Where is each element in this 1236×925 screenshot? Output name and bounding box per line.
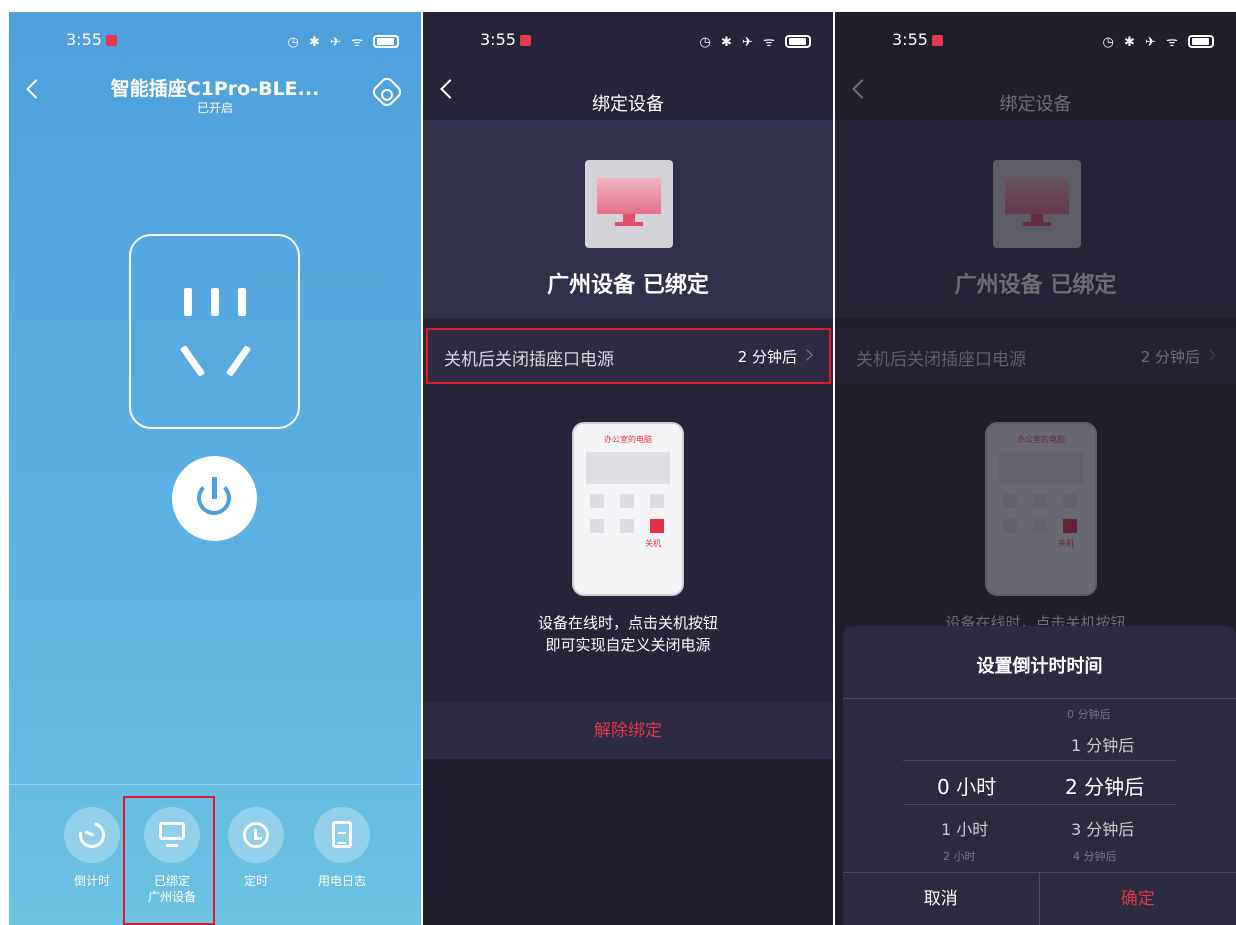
tab-schedule-label: 定时 (243, 874, 268, 888)
cancel-button[interactable]: 取消 (843, 873, 1040, 925)
device-status: 已开启 (196, 101, 233, 115)
bound-device-card: 广州设备 已绑定 (835, 120, 1236, 318)
highlight-box (123, 796, 215, 925)
tab-countdown-label: 倒计时 (73, 874, 110, 888)
countdown-picker-screen: 3:55 ◷ ✱ ✈ ᯤ 绑定设备 广州设备 已绑定 关机后关闭插座口电源 2 … (835, 12, 1236, 925)
minute-option[interactable]: 3 分钟后 (1071, 816, 1134, 840)
status-icons: ◷ ✱ ✈ ᯤ (1102, 32, 1214, 50)
computer-icon (585, 160, 673, 248)
bound-status: 广州设备 已绑定 (954, 273, 1117, 298)
phone-illustration: 办公室的电脑 关机 (572, 422, 684, 596)
minute-option[interactable]: 4 分钟后 (1073, 848, 1117, 864)
chevron-right-icon (1204, 349, 1216, 361)
sheet-title: 设置倒计时时间 (976, 656, 1103, 677)
page-title: 绑定设备 (999, 94, 1072, 115)
highlight-box (426, 328, 831, 384)
hour-option[interactable]: 2 小时 (943, 848, 976, 864)
phone-power-label: 关机 (1058, 539, 1074, 548)
status-bar: 3:55 ◷ ✱ ✈ ᯤ (423, 30, 833, 54)
minute-option[interactable]: 1 分钟后 (1071, 732, 1134, 756)
power-icon (650, 519, 664, 533)
phone-illustration-title: 办公室的电脑 (604, 435, 652, 444)
hour-option[interactable]: 1 小时 (941, 816, 988, 840)
tab-power-log[interactable]: 用电日志 (307, 807, 377, 889)
setting-value: 2 分钟后 (1140, 348, 1200, 366)
battery-icon (785, 35, 811, 48)
device-title: 智能插座C1Pro-BLE... (110, 78, 320, 100)
bind-device-screen: 3:55 ◷ ✱ ✈ ᯤ 绑定设备 广州设备 已绑定 关机后关闭插座口电源 2 … (423, 12, 833, 925)
alarm-clock-icon (243, 822, 269, 848)
status-icons: ◷ ✱ ✈ ᯤ (699, 32, 811, 50)
tab-power-log-label: 用电日志 (317, 874, 366, 888)
instruction-text: 设备在线时，点击关机按钮 即可实现自定义关闭电源 (537, 614, 718, 654)
tab-schedule[interactable]: 定时 (221, 807, 291, 889)
phone-power-label: 关机 (645, 539, 661, 548)
log-icon (332, 821, 352, 848)
status-icons: ◷ ✱ ✈ ᯤ (287, 32, 399, 50)
minute-selected[interactable]: 2 分钟后 (1065, 771, 1144, 800)
status-bar: 3:55 ◷ ✱ ✈ ᯤ (9, 30, 421, 54)
shutdown-power-off-setting: 关机后关闭插座口电源 2 分钟后 (835, 328, 1236, 384)
battery-icon (1188, 35, 1214, 48)
status-bar: 3:55 ◷ ✱ ✈ ᯤ (835, 30, 1236, 54)
minute-option[interactable]: 0 分钟后 (1067, 706, 1111, 722)
status-time: 3:55 (892, 30, 943, 49)
status-time: 3:55 (480, 30, 531, 49)
setting-label: 关机后关闭插座口电源 (856, 350, 1026, 370)
bound-device-card: 广州设备 已绑定 (423, 120, 833, 318)
countdown-icon (74, 817, 110, 853)
hour-selected[interactable]: 0 小时 (937, 771, 996, 800)
status-time: 3:55 (66, 30, 117, 49)
battery-icon (373, 35, 399, 48)
socket-illustration-icon (129, 234, 300, 429)
power-icon (1063, 519, 1077, 533)
bound-status: 广州设备 已绑定 (547, 273, 709, 298)
page-title: 绑定设备 (592, 94, 664, 115)
socket-control-screen: 3:55 ◷ ✱ ✈ ᯤ 智能插座C1Pro-BLE... 已开启 倒计时 已绑… (9, 12, 421, 925)
tab-countdown[interactable]: 倒计时 (57, 807, 127, 889)
confirm-button[interactable]: 确定 (1040, 873, 1236, 925)
power-button[interactable] (172, 456, 257, 541)
countdown-picker-sheet: 设置倒计时时间 0 分钟后 1 分钟后 0 小时 2 分钟后 1 小时 3 分钟… (843, 626, 1236, 925)
unbind-button[interactable]: 解除绑定 (423, 703, 833, 759)
phone-illustration-title: 办公室的电脑 (1017, 435, 1065, 444)
computer-icon (993, 160, 1081, 248)
phone-illustration: 办公室的电脑 关机 (985, 422, 1097, 596)
